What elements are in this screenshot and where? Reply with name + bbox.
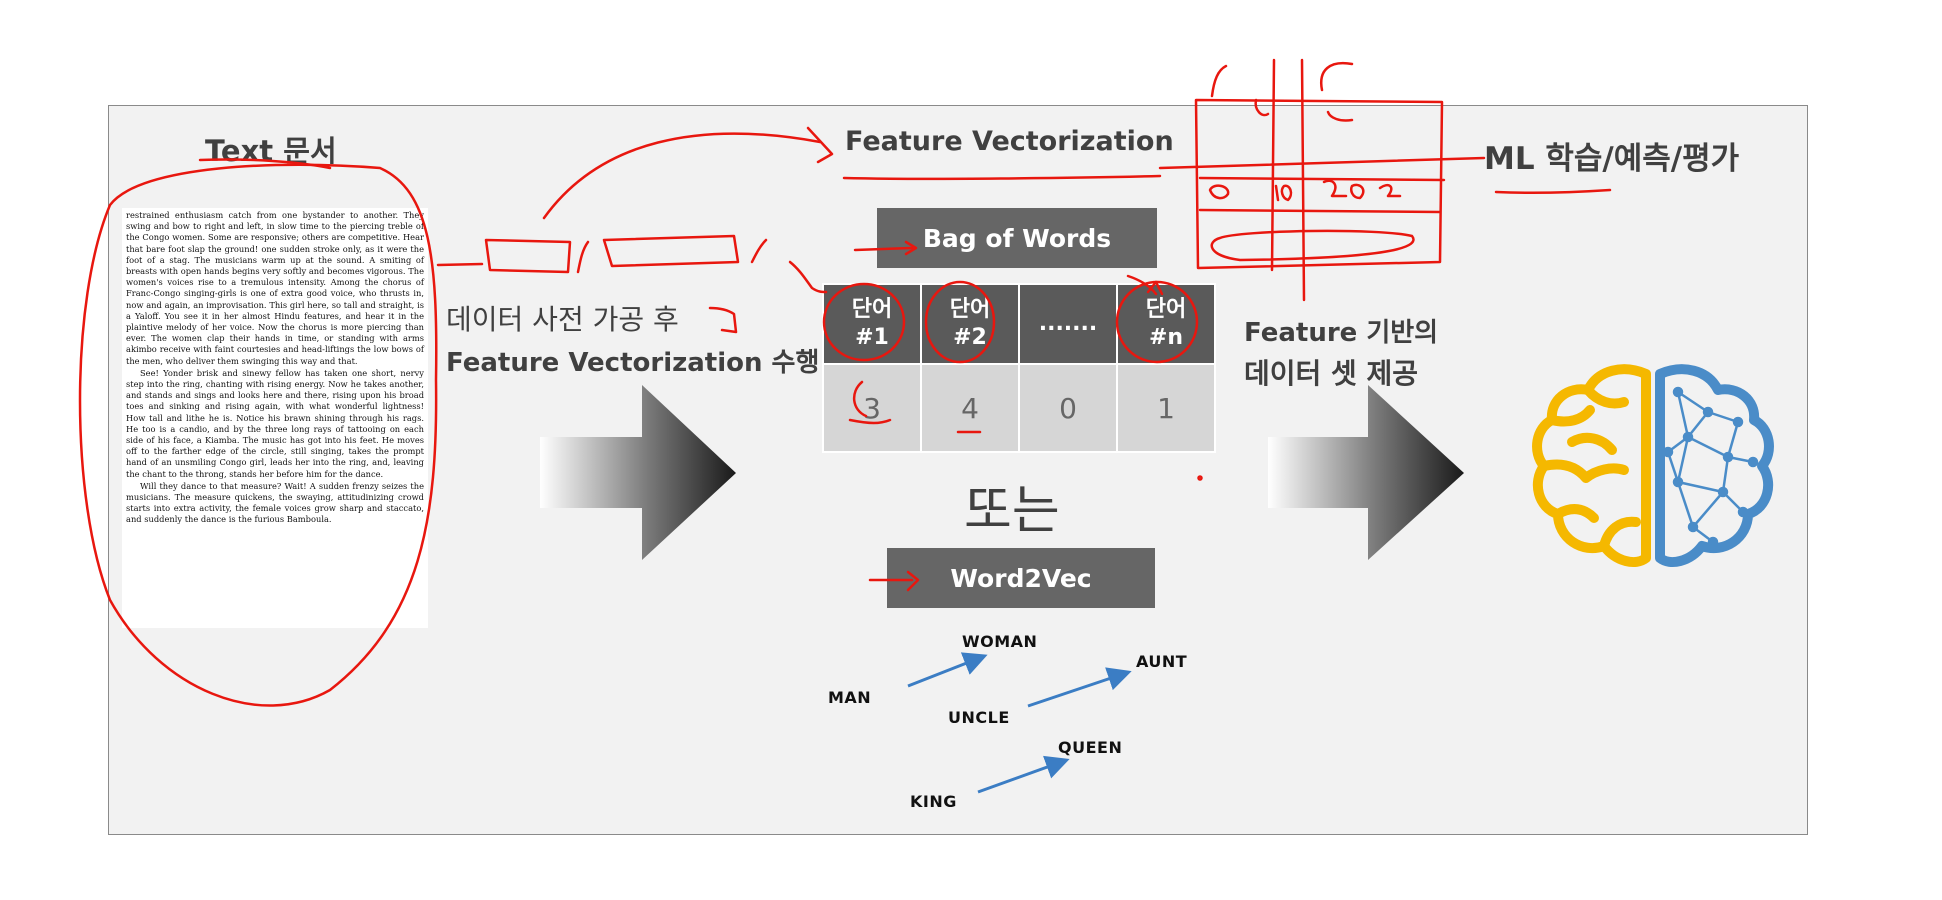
ml-title: ML 학습/예측/평가 [1484, 141, 1740, 177]
word2vec-box: Word2Vec [887, 548, 1155, 608]
w2v-word-uncle: UNCLE [948, 708, 1010, 727]
bow-value-cell: 1 [1116, 363, 1216, 453]
bow-value-row: 3 4 0 1 [822, 363, 1216, 453]
step1-line2: Feature Vectorization 수행 [446, 348, 820, 378]
bag-of-words-box: Bag of Words [877, 208, 1157, 268]
w2v-word-king: KING [910, 792, 957, 811]
w2v-word-man: MAN [828, 688, 872, 707]
bow-value-cell: 4 [920, 363, 1020, 453]
brain-icon [1532, 364, 1774, 567]
bow-header-cell: 단어 #1 [822, 283, 922, 365]
process-arrow-2 [1268, 385, 1464, 560]
bag-of-words-label: Bag of Words [922, 223, 1112, 253]
bow-header-cell: 단어 #2 [920, 283, 1020, 365]
feature-vectorization-title: Feature Vectorization [845, 126, 1174, 157]
step2-line2: 데이터 셋 제공 [1244, 357, 1419, 390]
text-document-title: Text 문서 [205, 134, 337, 168]
step1-line1: 데이터 사전 가공 후 [446, 303, 679, 336]
bow-header-cell: 단어 #n [1116, 283, 1216, 365]
w2v-word-aunt: AUNT [1136, 652, 1188, 671]
text-document-page: restrained enthusiasm catch from one bys… [122, 208, 428, 628]
or-text: 또는 [964, 481, 1060, 541]
step2-line1: Feature 기반의 [1244, 318, 1439, 348]
bow-table: 단어 #1 단어 #2 ....... 단어 #n 3 4 0 1 [822, 283, 1216, 453]
doc-paragraph-2: See! Yonder brisk and sinewy fellow has … [126, 367, 424, 479]
doc-paragraph-1: restrained enthusiasm catch from one bys… [126, 210, 424, 366]
w2v-word-queen: QUEEN [1058, 738, 1123, 757]
bow-value-cell: 0 [1018, 363, 1118, 453]
doc-paragraph-3: Will they dance to that measure? Wait! A… [126, 480, 424, 525]
process-arrow-1 [540, 385, 736, 560]
bow-value-cell: 3 [822, 363, 922, 453]
word2vec-label: Word2Vec [950, 563, 1092, 593]
bow-header-row: 단어 #1 단어 #2 ....... 단어 #n [822, 283, 1216, 365]
w2v-word-woman: WOMAN [962, 632, 1038, 651]
bow-header-cell: ....... [1018, 283, 1118, 365]
